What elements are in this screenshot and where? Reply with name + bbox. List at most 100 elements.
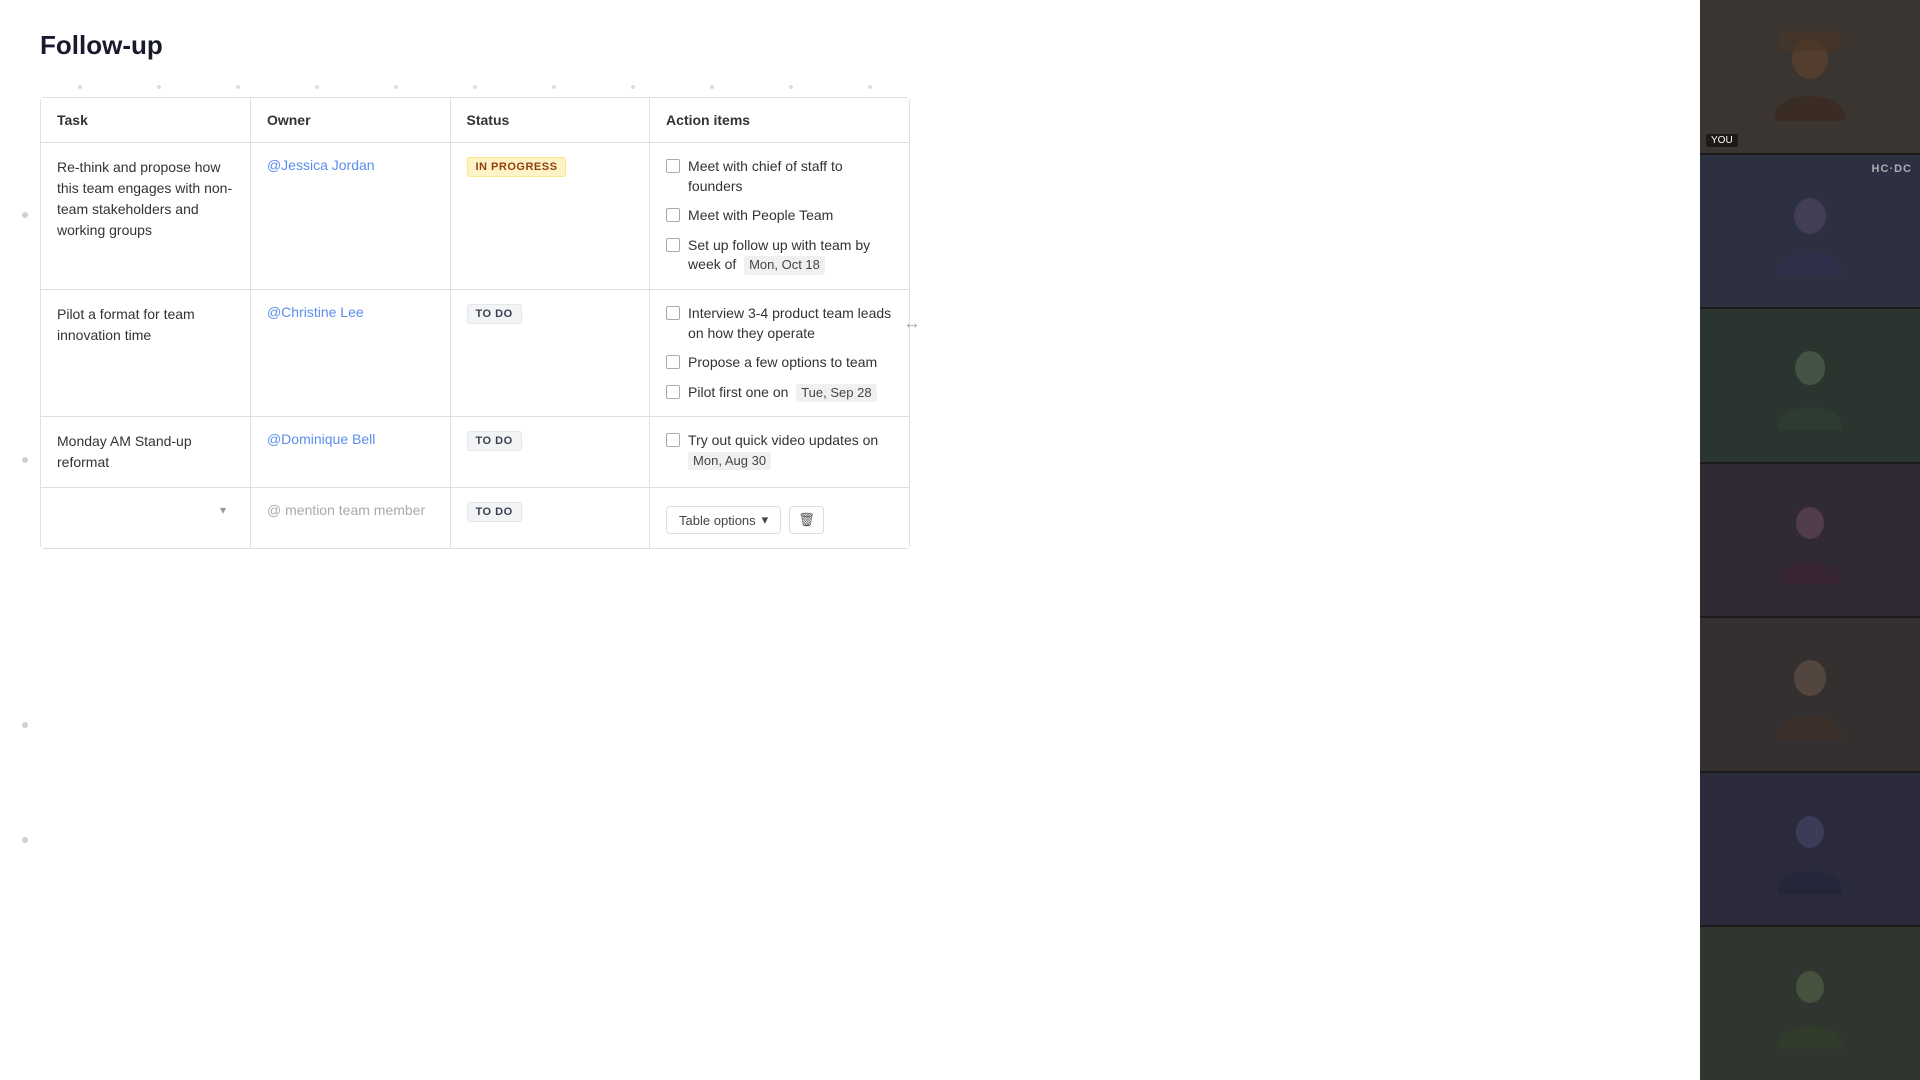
status-cell-2[interactable]: TO DO [450, 289, 650, 416]
action-item: Pilot first one on Tue, Sep 28 [666, 383, 893, 403]
row-indicator-1 [22, 212, 28, 218]
video-sidebar: YOU HC·DC [1700, 0, 1920, 1080]
owner-cell-3[interactable]: @Dominique Bell [250, 417, 450, 488]
status-cell-1[interactable]: IN PROGRESS [450, 143, 650, 290]
action-item: Meet with People Team [666, 206, 893, 226]
date-chip: Tue, Sep 28 [796, 384, 876, 402]
action-text: Interview 3-4 product team leads on how … [688, 304, 893, 343]
video-tile-1[interactable]: YOU [1700, 0, 1920, 153]
action-cell-1: Meet with chief of staff to founders Mee… [650, 143, 909, 290]
video-tile-inner-2 [1700, 155, 1920, 308]
status-cell-3[interactable]: TO DO [450, 417, 650, 488]
person-avatar-2 [1775, 186, 1845, 276]
col-header-owner: Owner [250, 98, 450, 143]
action-item: Meet with chief of staff to founders [666, 157, 893, 196]
mention-placeholder: @ mention team member [267, 502, 425, 518]
action-checkbox[interactable] [666, 433, 680, 447]
page-title: Follow-up [40, 30, 1660, 61]
table-options-label: Table options [679, 513, 756, 528]
video-tile-inner-4 [1700, 464, 1920, 617]
task-text-2: Pilot a format for team innovation time [57, 304, 234, 346]
owner-cell-1[interactable]: @Jessica Jordan [250, 143, 450, 290]
person-avatar-7 [1775, 959, 1845, 1049]
action-text: Try out quick video updates on Mon, Aug … [688, 431, 893, 470]
table-wrapper: ↔ Task Owner Status Action items Re-thin… [40, 97, 910, 549]
owner-tag-3: @Dominique Bell [267, 431, 375, 447]
task-cell-1[interactable]: Re-think and propose how this team engag… [41, 143, 250, 290]
video-tile-2[interactable]: HC·DC [1700, 155, 1920, 308]
video-tile-inner-1 [1700, 0, 1920, 153]
person-avatar-5 [1775, 650, 1845, 740]
action-checkbox[interactable] [666, 238, 680, 252]
video-tile-inner-6 [1700, 773, 1920, 926]
new-task-cell[interactable]: ▾ [41, 488, 250, 549]
task-cell-2[interactable]: Pilot a format for team innovation time [41, 289, 250, 416]
you-label: YOU [1706, 134, 1738, 147]
table-row: Re-think and propose how this team engag… [41, 143, 909, 290]
chevron-down-icon: ▾ [762, 512, 769, 528]
video-tile-inner-3 [1700, 309, 1920, 462]
video-tile-7[interactable] [1700, 927, 1920, 1080]
hc-label: HC·DC [1872, 163, 1912, 175]
action-checkbox[interactable] [666, 306, 680, 320]
action-checkbox[interactable] [666, 385, 680, 399]
table-container: ↔ Task Owner Status Action items Re-thin… [40, 97, 910, 549]
action-cell-2: Interview 3-4 product team leads on how … [650, 289, 909, 416]
date-chip: Mon, Aug 30 [688, 452, 771, 470]
task-cell-3[interactable]: Monday AM Stand-up reformat [41, 417, 250, 488]
new-status-badge: TO DO [467, 502, 522, 522]
delete-icon: 🗑 [798, 512, 815, 527]
status-badge-1: IN PROGRESS [467, 157, 567, 177]
video-tile-4[interactable] [1700, 464, 1920, 617]
action-item: Try out quick video updates on Mon, Aug … [666, 431, 893, 470]
table-options-bar: TO DO [467, 502, 634, 522]
status-badge-2: TO DO [467, 304, 522, 324]
col-header-task: Task [41, 98, 250, 143]
video-tile-5[interactable] [1700, 618, 1920, 771]
action-checkbox[interactable] [666, 208, 680, 222]
action-text: Meet with People Team [688, 206, 893, 226]
action-checkbox[interactable] [666, 159, 680, 173]
task-input-wrapper: ▾ [57, 502, 234, 518]
person-avatar-4 [1775, 495, 1845, 585]
main-content: Follow-up ↔ Task Owner Status Action ite… [0, 0, 1700, 1080]
col-header-status: Status [450, 98, 650, 143]
action-item: Interview 3-4 product team leads on how … [666, 304, 893, 343]
action-cell-3: Try out quick video updates on Mon, Aug … [650, 417, 909, 488]
action-item: Propose a few options to team [666, 353, 893, 373]
grid-decoration [40, 85, 910, 89]
task-text-3: Monday AM Stand-up reformat [57, 431, 234, 473]
table-row: Pilot a format for team innovation time … [41, 289, 909, 416]
owner-cell-2[interactable]: @Christine Lee [250, 289, 450, 416]
delete-button[interactable]: 🗑 [789, 506, 824, 534]
action-text: Propose a few options to team [688, 353, 893, 373]
action-text: Pilot first one on Tue, Sep 28 [688, 383, 893, 403]
new-status-cell[interactable]: TO DO [450, 488, 650, 549]
person-avatar-1 [1770, 31, 1850, 121]
owner-tag-2: @Christine Lee [267, 304, 364, 320]
owner-tag-1: @Jessica Jordan [267, 157, 375, 173]
new-row: ▾ @ mention team member TO DO [41, 488, 909, 549]
row-indicator-2 [22, 457, 28, 463]
video-tile-inner-7 [1700, 927, 1920, 1080]
status-badge-3: TO DO [467, 431, 522, 451]
row-indicator-3 [22, 722, 28, 728]
action-item: Set up follow up with team by week of Mo… [666, 236, 893, 275]
task-text-1: Re-think and propose how this team engag… [57, 157, 234, 241]
new-action-cell: Table options ▾ 🗑 [650, 488, 909, 549]
action-checkbox[interactable] [666, 355, 680, 369]
new-owner-cell[interactable]: @ mention team member [250, 488, 450, 549]
table-header-row: Task Owner Status Action items [41, 98, 909, 143]
action-text: Set up follow up with team by week of Mo… [688, 236, 893, 275]
person-avatar-6 [1775, 804, 1845, 894]
person-avatar-3 [1775, 340, 1845, 430]
date-chip: Mon, Oct 18 [744, 256, 825, 274]
video-tile-inner-5 [1700, 618, 1920, 771]
col-header-action: Action items [650, 98, 909, 143]
video-tile-6[interactable] [1700, 773, 1920, 926]
table-options-button[interactable]: Table options ▾ [666, 506, 781, 534]
video-tile-3[interactable] [1700, 309, 1920, 462]
row-indicator-4 [22, 837, 28, 843]
table-row: Monday AM Stand-up reformat @Dominique B… [41, 417, 909, 488]
new-task-input[interactable] [57, 502, 234, 518]
